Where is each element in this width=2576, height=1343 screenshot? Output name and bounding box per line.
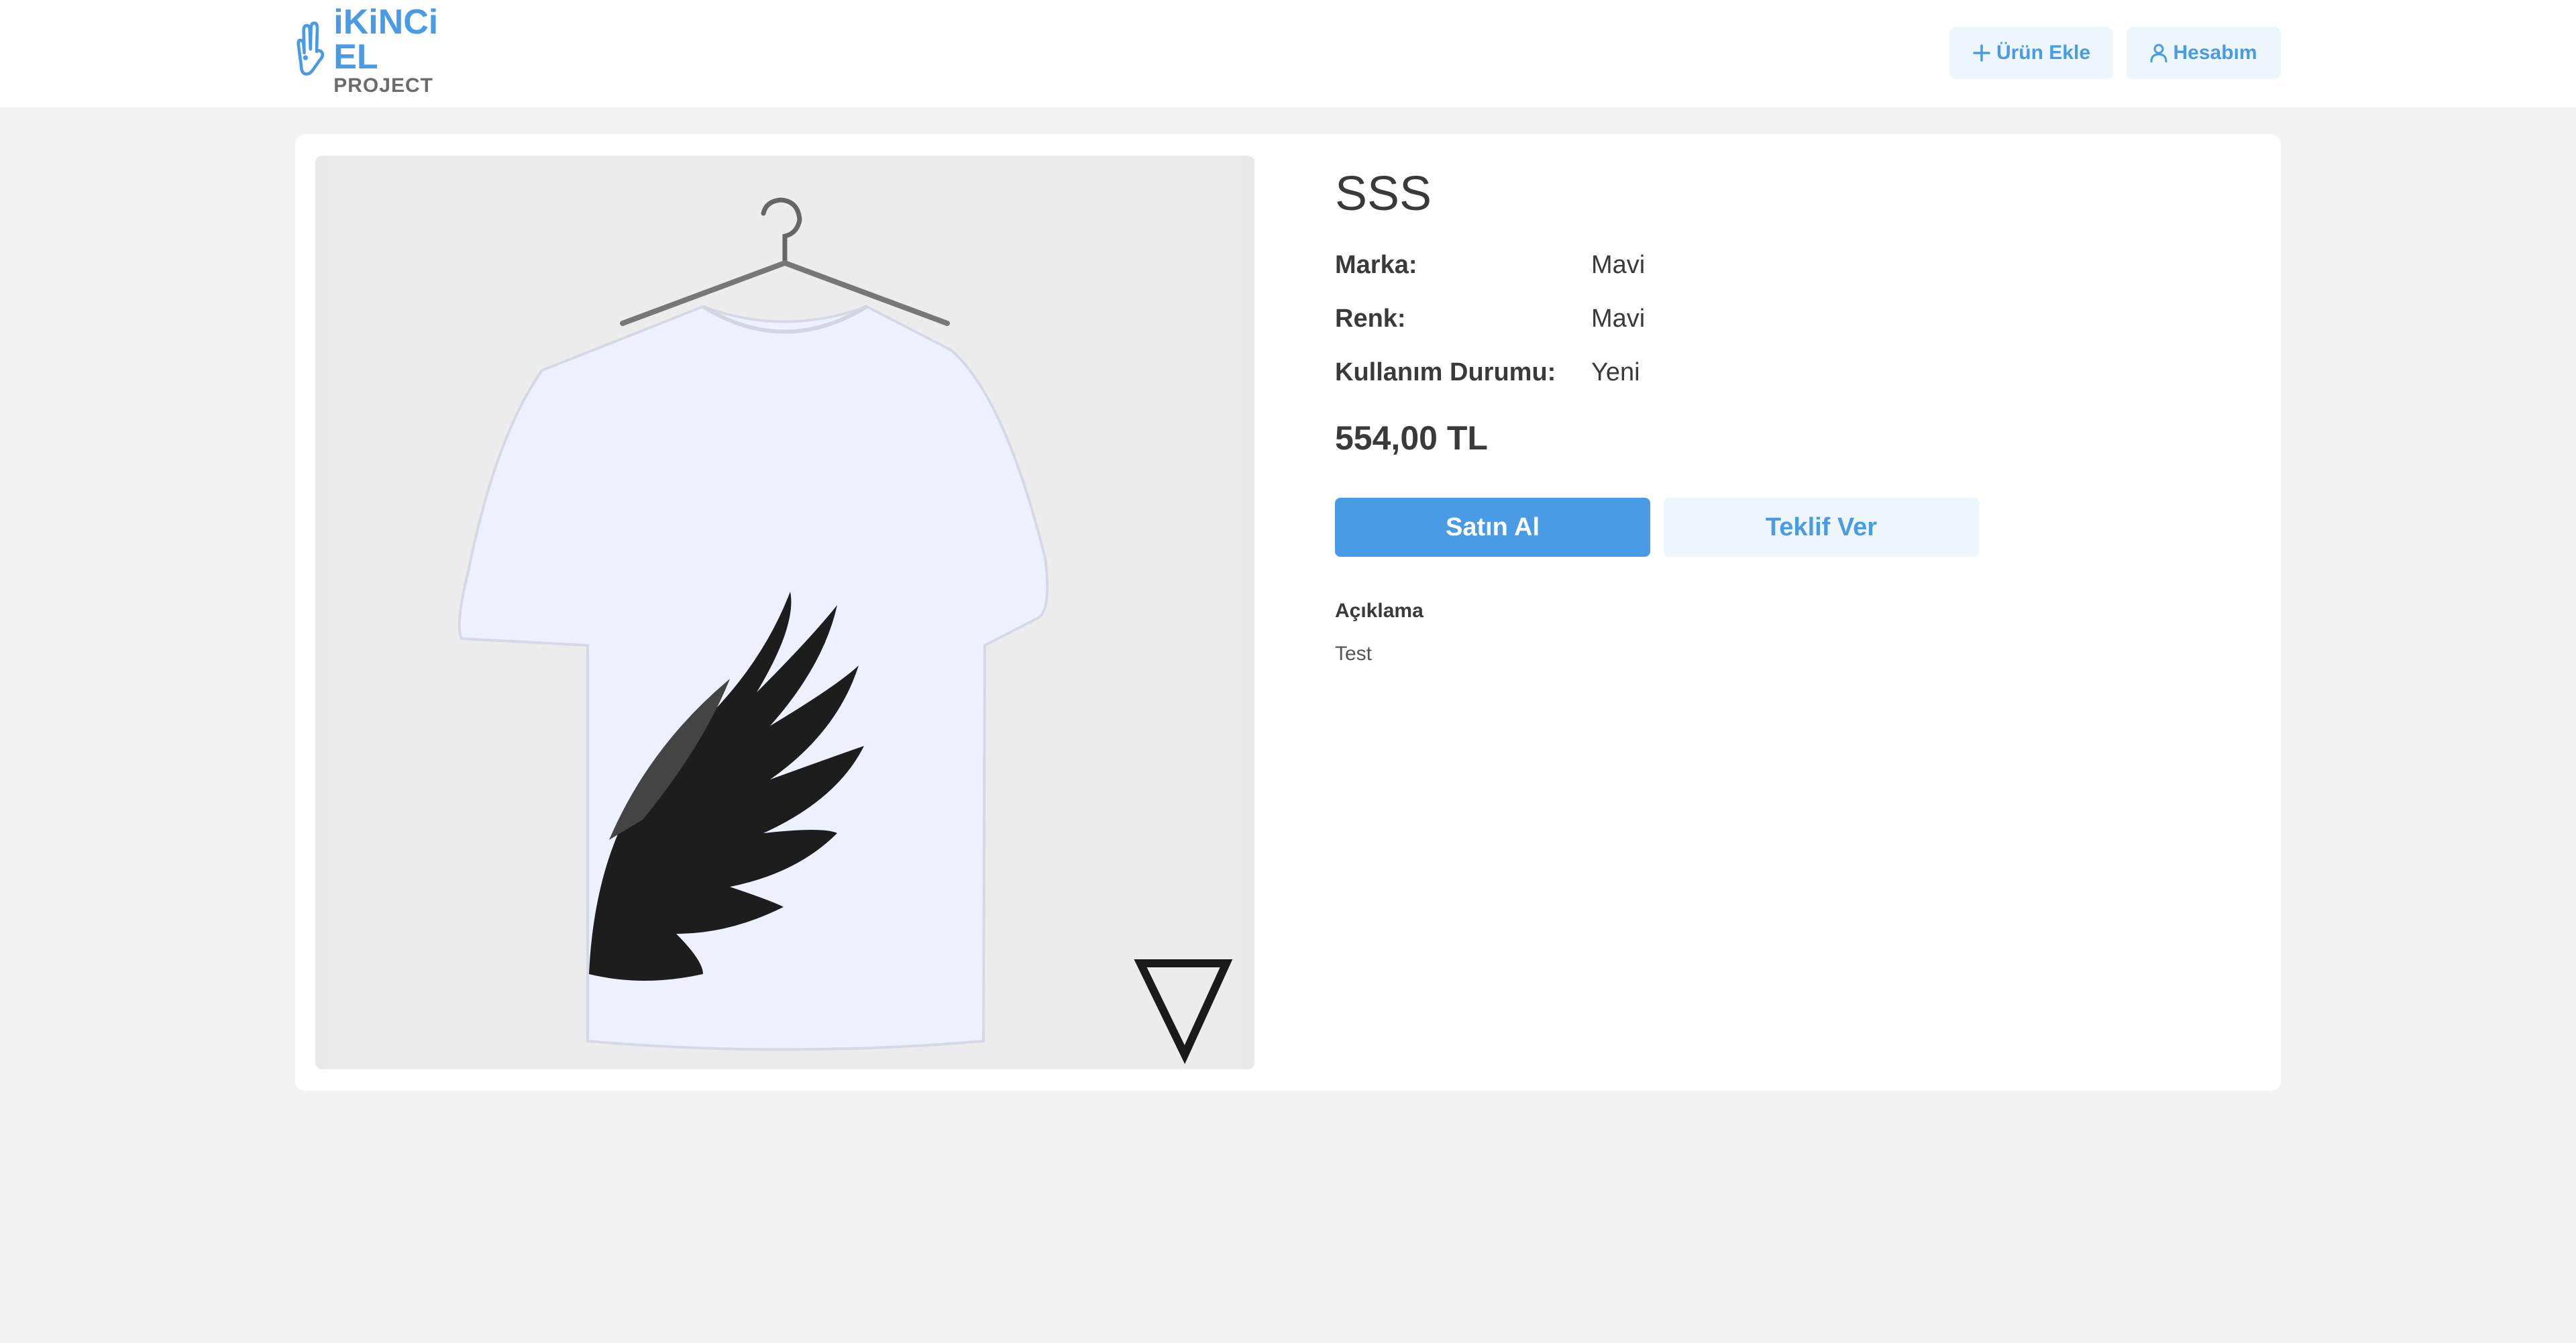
user-icon — [2150, 44, 2167, 62]
tshirt-photo — [327, 156, 1242, 1069]
site-logo[interactable]: iKiNCi EL PROJECT — [292, 5, 480, 96]
spec-label-brand: Marka: — [1335, 251, 1417, 279]
hand-logo-icon — [297, 21, 325, 76]
description-title: Açıklama — [1335, 600, 1424, 622]
product-card: SSS Marka: Mavi Renk: Mavi Kullanım Duru… — [295, 134, 2281, 1091]
add-product-button[interactable]: Ürün Ekle — [1949, 27, 2113, 79]
plus-icon — [1972, 44, 1991, 62]
logo-sub-text: PROJECT — [333, 74, 433, 97]
description-text: Test — [1335, 643, 1373, 665]
product-image[interactable] — [315, 156, 1254, 1069]
logo-main-text: iKiNCi EL — [333, 3, 439, 76]
spec-value-condition: Yeni — [1591, 358, 1640, 386]
product-title: SSS — [1335, 167, 1432, 221]
add-product-label: Ürün Ekle — [1996, 42, 2091, 64]
spec-label-condition: Kullanım Durumu: — [1335, 358, 1556, 386]
account-button[interactable]: Hesabım — [2127, 27, 2281, 79]
account-label: Hesabım — [2173, 42, 2257, 64]
make-offer-button[interactable]: Teklif Ver — [1664, 498, 1979, 557]
product-price: 554,00 TL — [1335, 419, 1488, 457]
spec-value-color: Mavi — [1591, 305, 1646, 333]
top-header: iKiNCi EL PROJECT Ürün Ekle Hesabım — [0, 0, 2576, 107]
spec-label-color: Renk: — [1335, 305, 1406, 333]
spec-value-brand: Mavi — [1591, 251, 1646, 279]
logo-text: iKiNCi EL PROJECT — [333, 5, 480, 96]
buy-button[interactable]: Satın Al — [1335, 498, 1650, 557]
